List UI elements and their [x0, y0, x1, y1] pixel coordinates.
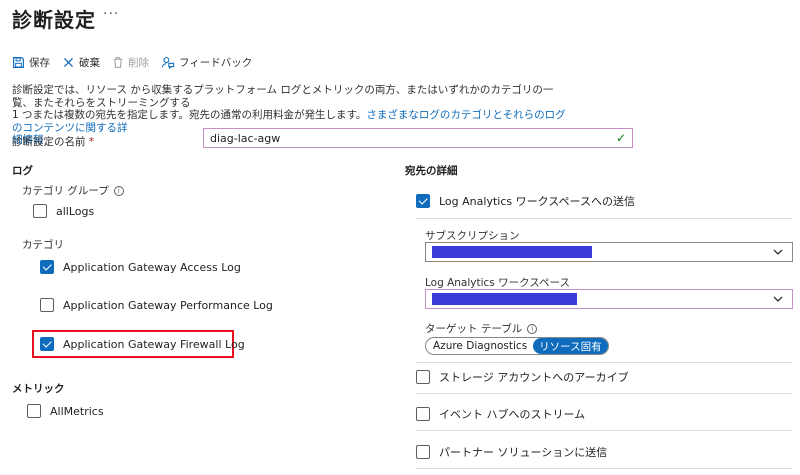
- delete-button[interactable]: 削除: [112, 55, 149, 70]
- command-bar: 保存 破棄 削除 フィードバック: [12, 52, 264, 72]
- checkbox-box: [416, 445, 430, 459]
- redacted-value: [432, 246, 592, 258]
- chevron-down-icon: [773, 249, 783, 255]
- name-field-value: diag-lac-agw: [210, 131, 281, 145]
- category-group-label: カテゴリ グループ i: [22, 183, 124, 198]
- required-mark: *: [88, 136, 95, 148]
- target-table-label: ターゲット テーブル i: [425, 321, 538, 336]
- checkbox-box-checked: [416, 194, 430, 208]
- subscription-dropdown[interactable]: [425, 242, 793, 262]
- logs-heading: ログ: [12, 165, 33, 177]
- checkbox-box: [416, 370, 430, 384]
- name-field-label: 診断設定の名前 *: [12, 134, 94, 149]
- divider: [416, 393, 792, 394]
- feedback-button[interactable]: フィードバック: [161, 55, 252, 70]
- divider: [416, 430, 792, 431]
- category-group-label-text: カテゴリ グループ: [22, 185, 109, 197]
- divider: [416, 468, 792, 469]
- checkbox-box: [33, 204, 47, 218]
- send-log-analytics-checkbox[interactable]: Log Analytics ワークスペースへの送信: [416, 193, 635, 209]
- option-azure-diagnostics[interactable]: Azure Diagnostics: [433, 340, 527, 352]
- performance-log-checkbox[interactable]: Application Gateway Performance Log: [40, 298, 273, 312]
- access-log-label: Application Gateway Access Log: [63, 260, 241, 274]
- destination-heading: 宛先の詳細: [405, 165, 458, 177]
- discard-label: 破棄: [79, 56, 100, 69]
- allmetrics-checkbox[interactable]: AllMetrics: [27, 404, 104, 418]
- checkbox-box: [416, 407, 430, 421]
- access-log-checkbox[interactable]: Application Gateway Access Log: [40, 260, 241, 274]
- chevron-down-icon: [773, 296, 783, 302]
- event-hub-label: イベント ハブへのストリーム: [439, 408, 586, 421]
- more-options-button[interactable]: ···: [103, 6, 119, 22]
- metrics-heading: メトリック: [12, 383, 65, 395]
- divider: [416, 362, 792, 363]
- workspace-label: Log Analytics ワークスペース: [425, 277, 571, 289]
- save-label: 保存: [29, 56, 50, 69]
- alllogs-checkbox[interactable]: allLogs: [33, 204, 94, 218]
- discard-button[interactable]: 破棄: [62, 55, 100, 70]
- checkmark-icon: ✓: [615, 131, 626, 145]
- checkbox-box: [40, 298, 54, 312]
- trash-icon: [113, 56, 123, 68]
- firewall-log-checkbox[interactable]: Application Gateway Firewall Log: [40, 337, 245, 351]
- partner-solution-label: パートナー ソリューションに送信: [439, 446, 608, 459]
- subscription-label: サブスクリプション: [425, 230, 520, 242]
- divider: [416, 218, 792, 219]
- feedback-icon: [161, 56, 175, 69]
- name-field-input[interactable]: diag-lac-agw ✓: [203, 128, 633, 148]
- name-label-text: 診断設定の名前: [12, 136, 86, 148]
- feedback-label: フィードバック: [179, 56, 253, 69]
- info-icon[interactable]: i: [113, 185, 124, 196]
- option-resource-specific[interactable]: リソース固有: [533, 338, 608, 354]
- page-title: 診断設定: [12, 8, 96, 32]
- target-table-toggle[interactable]: Azure Diagnostics リソース固有: [425, 337, 609, 355]
- workspace-dropdown[interactable]: [425, 289, 793, 309]
- save-button[interactable]: 保存: [12, 55, 50, 70]
- category-label: カテゴリ: [22, 239, 64, 251]
- partner-solution-checkbox[interactable]: パートナー ソリューションに送信: [416, 444, 607, 460]
- redacted-value: [432, 293, 577, 305]
- target-table-label-text: ターゲット テーブル: [425, 323, 523, 335]
- description-line-1: 診断設定では、リソース から収集するプラットフォーム ログとメトリックの両方、ま…: [12, 84, 554, 109]
- delete-label: 削除: [128, 56, 149, 69]
- save-icon: [13, 56, 24, 68]
- description-line-2-text: 1 つまたは複数の宛先を指定します。宛先の通常の利用料金が発生します。: [12, 109, 367, 121]
- archive-storage-checkbox[interactable]: ストレージ アカウントへのアーカイブ: [416, 369, 629, 385]
- checkbox-box: [27, 404, 41, 418]
- performance-log-label: Application Gateway Performance Log: [63, 298, 273, 312]
- archive-storage-label: ストレージ アカウントへのアーカイブ: [439, 371, 629, 384]
- info-icon[interactable]: i: [527, 323, 538, 334]
- firewall-log-label: Application Gateway Firewall Log: [63, 337, 245, 351]
- alllogs-label: allLogs: [56, 204, 95, 218]
- send-log-analytics-label: Log Analytics ワークスペースへの送信: [439, 195, 635, 208]
- close-icon: [63, 57, 74, 67]
- checkbox-box-checked: [40, 337, 54, 351]
- checkbox-box-checked: [40, 260, 54, 274]
- event-hub-checkbox[interactable]: イベント ハブへのストリーム: [416, 406, 585, 422]
- allmetrics-label: AllMetrics: [50, 404, 104, 418]
